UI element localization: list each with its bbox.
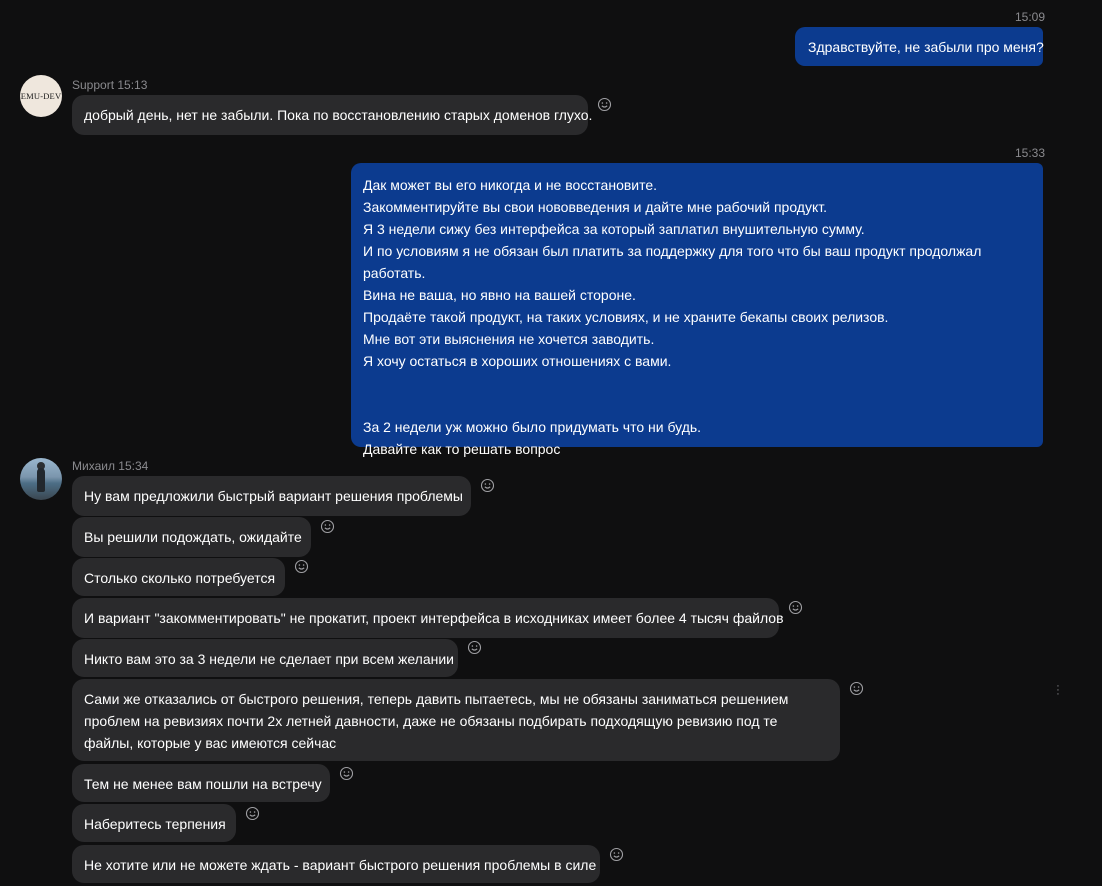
smiley-icon[interactable]: [609, 847, 624, 862]
incoming-message[interactable]: Никто вам это за 3 недели не сделает при…: [72, 639, 458, 677]
smiley-icon[interactable]: [339, 766, 354, 781]
avatar-support[interactable]: EMU-DEV: [20, 75, 62, 117]
message-line: Мне вот эти выяснения не хочется заводит…: [363, 331, 655, 347]
message-line: Давайте как то решать вопрос: [363, 441, 561, 457]
avatar-mikhail[interactable]: [20, 458, 62, 500]
outgoing-message[interactable]: Здравствуйте, не забыли про меня?: [795, 27, 1044, 66]
smiley-icon[interactable]: [320, 519, 335, 534]
smiley-icon[interactable]: [849, 681, 864, 696]
outgoing-message-long[interactable]: Дак может вы его никогда и не восстанови…: [351, 163, 1043, 457]
message-timestamp: 15:09: [1015, 10, 1046, 24]
sender-name-time: Support 15:13: [72, 78, 148, 92]
incoming-message[interactable]: Не хотите или не можете ждать - вариант …: [72, 845, 600, 883]
message-line: Продаёте такой продукт, на таких условия…: [363, 309, 889, 325]
incoming-message[interactable]: добрый день, нет не забыли. Пока по восс…: [72, 95, 592, 135]
message-line: Дак может вы его никогда и не восстанови…: [363, 177, 658, 193]
smiley-icon[interactable]: [480, 478, 495, 493]
incoming-message-long[interactable]: Сами же отказались от быстрого решения, …: [72, 679, 840, 761]
incoming-message[interactable]: Наберитесь терпения: [72, 804, 236, 842]
smiley-icon[interactable]: [245, 806, 260, 821]
message-line: Я хочу остаться в хороших отношениях с в…: [363, 353, 672, 369]
incoming-message[interactable]: И вариант "закомментировать" не прокатит…: [72, 598, 784, 638]
incoming-message[interactable]: Вы решили подождать, ожидайте: [72, 517, 311, 557]
smiley-icon[interactable]: [294, 559, 309, 574]
message-line: Вина не ваша, но явно на вашей стороне.: [363, 287, 636, 303]
sender-name-time: Михаил 15:34: [72, 459, 149, 473]
smiley-icon[interactable]: [788, 600, 803, 615]
message-line: И по условиям я не обязан был платить за…: [363, 243, 982, 281]
smiley-icon[interactable]: [597, 97, 612, 112]
message-line: Я 3 недели сижу без интерфейса за которы…: [363, 221, 865, 237]
message-line: За 2 недели уж можно было придумать что …: [363, 419, 702, 435]
incoming-message[interactable]: Тем не менее вам пошли на встречу: [72, 764, 330, 802]
message-timestamp: 15:33: [1015, 146, 1046, 160]
more-vertical-icon[interactable]: · · ·: [1056, 681, 1060, 700]
smiley-icon[interactable]: [467, 640, 482, 655]
incoming-message[interactable]: Столько сколько потребуется: [72, 558, 285, 596]
incoming-message[interactable]: Ну вам предложили быстрый вариант решени…: [72, 476, 471, 516]
message-line: Закомментируйте вы свои нововведения и д…: [363, 199, 828, 215]
